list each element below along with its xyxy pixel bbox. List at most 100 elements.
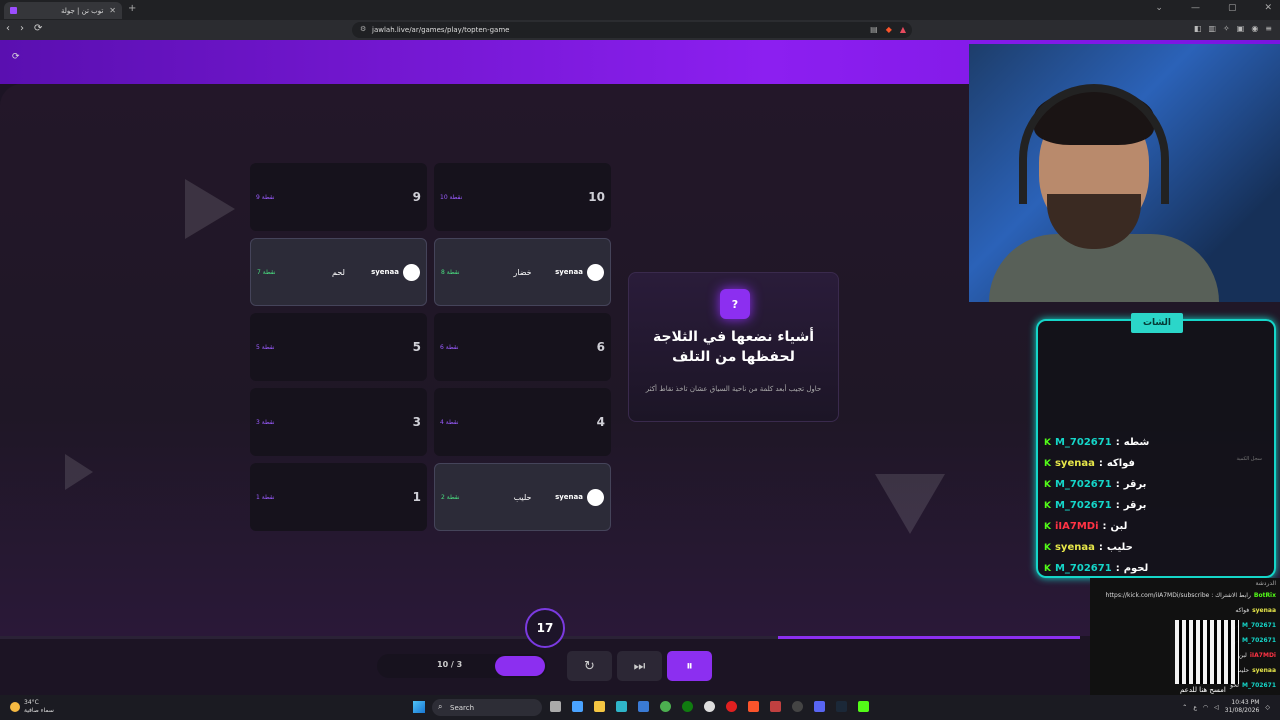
chat-message: Ksyenaa: فواكه [1044, 458, 1135, 469]
card-rank: 4 [596, 415, 605, 429]
steam-icon[interactable] [836, 701, 847, 712]
lang-indicator[interactable]: ع [1193, 704, 1197, 711]
round-indicator [495, 656, 545, 676]
tray-overflow-icon[interactable]: ⌃ [1182, 704, 1187, 711]
chat-separator: : [1098, 542, 1103, 553]
clock-time: 10:43 PM [1231, 699, 1260, 706]
chat-separator: : [1115, 500, 1120, 511]
edge-icon[interactable] [616, 701, 627, 712]
card-rank: 10 [588, 190, 605, 204]
answer-card[interactable]: 6 نقطة 6 [434, 313, 611, 381]
kick-text: لبن [1238, 652, 1247, 659]
answer-card[interactable]: 9 نقطة 9 [250, 163, 427, 231]
browser-tab[interactable]: توب تن | جولة ✕ [4, 2, 122, 19]
site-info-icon[interactable]: ⚙ [360, 25, 366, 33]
url-input[interactable]: ⚙ jawlah.live/ar/games/play/topten-game … [352, 22, 912, 38]
card-rank: 1 [412, 490, 421, 504]
chat-username: M_702671 [1054, 437, 1112, 448]
chat-separator: : [1102, 521, 1107, 532]
extensions-icon[interactable]: ◧ [1194, 24, 1202, 33]
round-progress-fill [778, 636, 1080, 639]
pause-icon: ⏸ [686, 658, 693, 674]
tab-search-icon[interactable]: ⌄ [1155, 3, 1163, 13]
xbox-icon[interactable] [682, 701, 693, 712]
chrome-icon[interactable] [660, 701, 671, 712]
settings-icon[interactable] [704, 701, 715, 712]
card-points: 1 نقطة [256, 493, 275, 501]
pause-button[interactable]: ⏸ [667, 651, 712, 681]
answer-card[interactable]: 2 نقطة حليب syenaa [434, 463, 611, 531]
close-window-icon[interactable]: ✕ [1264, 3, 1272, 13]
skip-button[interactable]: ⏭ [617, 651, 662, 681]
weather-temp: 34°C [24, 699, 39, 706]
card-answer: خضار [513, 267, 532, 277]
chat-tag: الشات [1131, 313, 1183, 333]
tab-close-icon[interactable]: ✕ [109, 6, 116, 15]
sidebar-icon[interactable]: ▥ [1208, 24, 1216, 33]
chat-separator: : [1115, 437, 1120, 448]
chat-message: K M_702671: شطه [1044, 437, 1149, 448]
chat-username: M_702671 [1054, 500, 1112, 511]
kick-username: M_702671 [1241, 682, 1276, 689]
discord-icon[interactable] [814, 701, 825, 712]
brave-icon[interactable] [748, 701, 759, 712]
menu-icon[interactable]: ≡ [1265, 24, 1272, 33]
answer-card[interactable]: 8 نقطة خضار syenaa [434, 238, 611, 306]
kick-badge-icon: K [1044, 479, 1051, 490]
kick-chat-line: BotRixرابط الاشتراك : https://kick.com/i… [1106, 592, 1276, 599]
card-rank: 6 [596, 340, 605, 354]
answer-card[interactable]: 3 نقطة 3 [250, 388, 427, 456]
vpn-icon[interactable]: ◉ [1251, 24, 1258, 33]
photos-icon[interactable] [638, 701, 649, 712]
taskbar-search[interactable]: ⌕ Search [432, 699, 542, 716]
address-bar-row: ‹ › ⟳ ⚙ jawlah.live/ar/games/play/topten… [0, 20, 1280, 40]
url-text: jawlah.live/ar/games/play/topten-game [372, 26, 510, 34]
card-rank: 9 [412, 190, 421, 204]
task-view-icon[interactable] [550, 701, 561, 712]
chat-text: فواكه [1106, 458, 1135, 469]
wallet-icon[interactable]: ▣ [1237, 24, 1245, 33]
widgets-icon[interactable] [572, 701, 583, 712]
qr-label: امسح هنا للدعم [1180, 686, 1226, 694]
chat-text: حليب [1106, 542, 1133, 553]
answer-card[interactable]: 5 نقطة 5 [250, 313, 427, 381]
new-tab-button[interactable]: + [128, 3, 136, 14]
opera-icon[interactable] [726, 701, 737, 712]
back-icon[interactable]: ‹ [6, 23, 10, 34]
kick-badge-icon: K [1044, 500, 1051, 511]
answer-card[interactable]: 4 نقطة 4 [434, 388, 611, 456]
file-explorer-icon[interactable] [594, 701, 605, 712]
kick-icon[interactable] [858, 701, 869, 712]
maximize-icon[interactable]: ▢ [1228, 3, 1237, 13]
question-card: ? أشياء نضعها في الثلاجة لحفظها من التلف… [628, 272, 839, 422]
reload-icon[interactable]: ⟳ [34, 23, 42, 34]
windows-start-icon[interactable] [413, 701, 425, 713]
answer-card[interactable]: 1 نقطة 1 [250, 463, 427, 531]
translate-icon[interactable]: ▤ [870, 25, 878, 34]
card-rank: 3 [412, 415, 421, 429]
refresh-game-icon[interactable]: ⟳ [12, 52, 20, 62]
app-icon[interactable] [770, 701, 781, 712]
chat-separator: : [1115, 479, 1120, 490]
network-icon[interactable]: ◠ [1203, 704, 1208, 711]
brave-shield-icon[interactable]: ◆ [886, 25, 892, 34]
minimize-icon[interactable]: — [1191, 3, 1200, 13]
countdown-timer: 17 [525, 608, 565, 648]
answer-card[interactable]: 7 نقطة لحم syenaa [250, 238, 427, 306]
answer-card[interactable]: 10 نقطة 10 [434, 163, 611, 231]
chat-username: syenaa [1054, 458, 1095, 469]
rewards-icon[interactable]: ▲ [900, 25, 906, 34]
kick-chat-line: M_702671بر [1234, 622, 1276, 629]
weather-widget[interactable]: 34°C سماء صافية [10, 699, 54, 715]
restart-button[interactable]: ↻ [567, 651, 612, 681]
webcam-overlay [969, 44, 1280, 302]
chat-username: iIA7MDi [1054, 521, 1099, 532]
notifications-icon[interactable]: ◇ [1265, 704, 1270, 711]
obs-icon[interactable] [792, 701, 803, 712]
forward-icon[interactable]: › [20, 23, 24, 34]
nav-buttons: ‹ › ⟳ [6, 23, 42, 34]
card-rank: 5 [412, 340, 421, 354]
leo-icon[interactable]: ✧ [1223, 24, 1230, 33]
volume-icon[interactable]: ◁ [1214, 704, 1219, 711]
clock[interactable]: 10:43 PM 31/08/2026 [1225, 699, 1260, 715]
